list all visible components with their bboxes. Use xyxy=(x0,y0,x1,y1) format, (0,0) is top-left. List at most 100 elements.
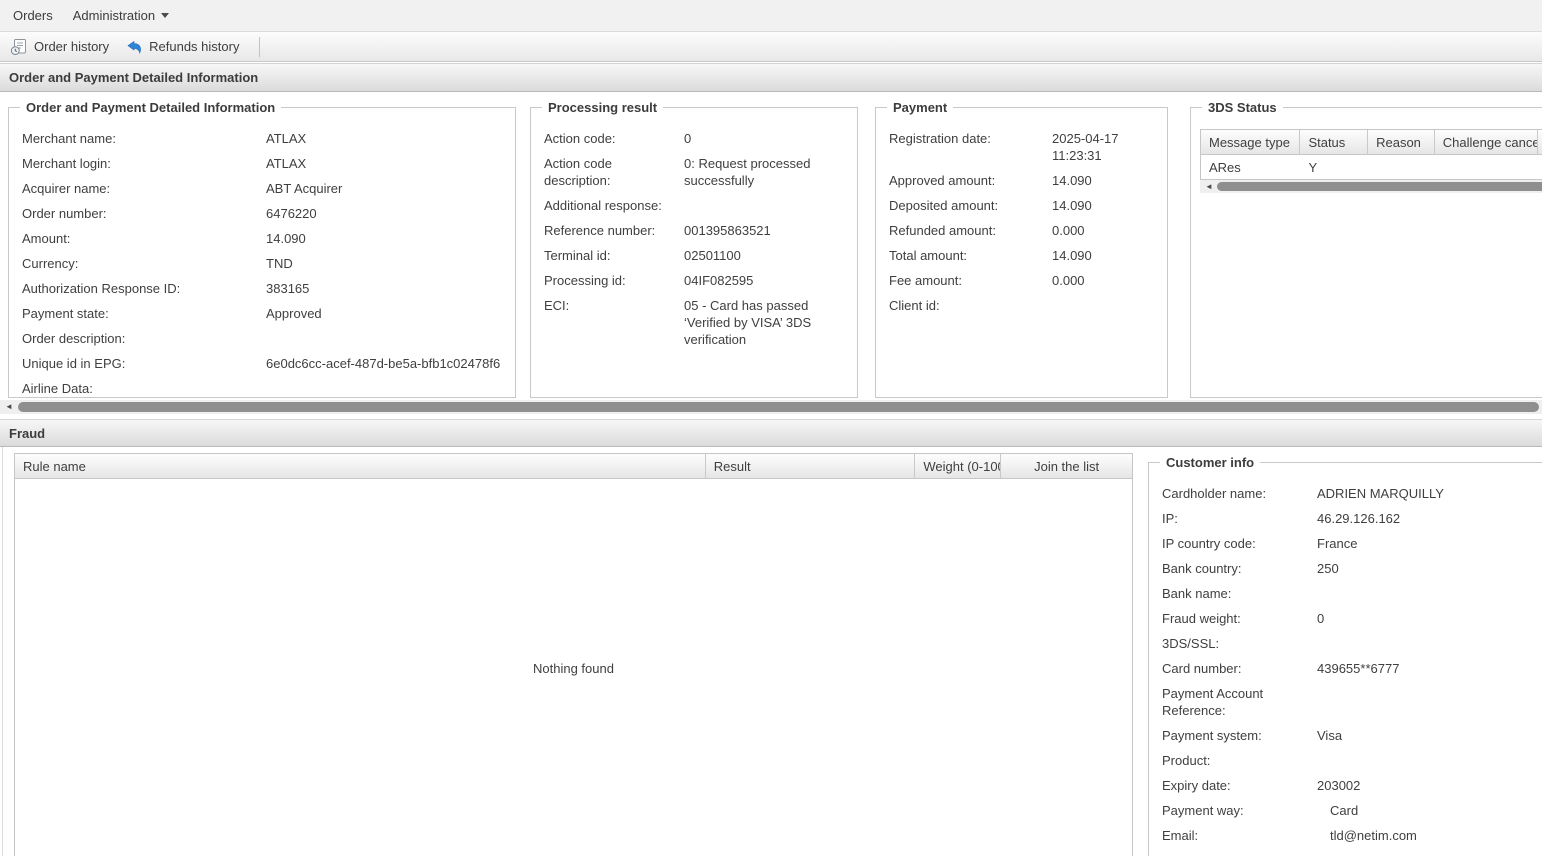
field-label: Reference number: xyxy=(544,222,684,239)
field-row: Order number:6476220 xyxy=(22,205,505,222)
column-header-rule-name: Rule name xyxy=(15,454,706,478)
fraud-panel-left-border xyxy=(2,447,3,856)
field-value: TND xyxy=(266,255,505,272)
field-row: Approved amount:14.090 xyxy=(889,172,1157,189)
app-window: Orders Administration Order history Refu… xyxy=(0,0,1542,856)
field-value: 14.090 xyxy=(1052,172,1157,189)
field-value: 0 xyxy=(684,130,847,147)
scroll-left-arrow-icon[interactable]: ◄ xyxy=(2,400,16,414)
page-title: Order and Payment Detailed Information xyxy=(9,70,258,85)
field-value: 14.090 xyxy=(266,230,505,247)
field-row: Card number:439655**6777 xyxy=(1162,660,1542,677)
refunds-history-button[interactable]: Refunds history xyxy=(123,35,247,59)
order-info-panel: Order and Payment Detailed Information M… xyxy=(8,107,516,398)
tds-status-table: Message type Status Reason Challenge can… xyxy=(1200,129,1542,180)
field-label: Payment Account Reference: xyxy=(1162,685,1317,719)
field-value: 0 xyxy=(1317,610,1542,627)
field-label: Client id: xyxy=(889,297,1052,314)
toolbar: Order history Refunds history xyxy=(0,31,1542,62)
field-label: Action code: xyxy=(544,130,684,147)
field-row: Registration date:2025-04-17 11:23:31 xyxy=(889,130,1157,164)
fraud-section-title: Fraud xyxy=(9,426,45,441)
field-value: 0.000 xyxy=(1052,272,1157,289)
field-label: Total amount: xyxy=(889,247,1052,264)
field-value: 383165 xyxy=(266,280,505,297)
tds-table-header: Message type Status Reason Challenge can… xyxy=(1201,130,1542,155)
field-label: Bank country: xyxy=(1162,560,1317,577)
field-value xyxy=(1052,297,1157,314)
scrollbar-thumb[interactable] xyxy=(1217,182,1542,191)
field-value: 6476220 xyxy=(266,205,505,222)
field-label: Cardholder name: xyxy=(1162,485,1317,502)
field-value: France xyxy=(1317,535,1542,552)
field-label: Expiry date: xyxy=(1162,777,1317,794)
cell-date: 17 xyxy=(1538,155,1542,179)
field-value: Visa xyxy=(1317,727,1542,744)
field-label: Terminal id: xyxy=(544,247,684,264)
field-row: Bank name: xyxy=(1162,585,1542,602)
order-history-icon xyxy=(10,38,28,56)
menu-administration[interactable]: Administration xyxy=(73,8,169,23)
field-value: 0.000 xyxy=(1052,222,1157,239)
table-row: ARes Y 17 xyxy=(1201,155,1542,179)
field-value xyxy=(266,380,505,397)
column-header: D xyxy=(1538,130,1542,154)
field-value xyxy=(684,197,847,214)
field-label: Card number: xyxy=(1162,660,1317,677)
field-row: Acquirer name:ABT Acquirer xyxy=(22,180,505,197)
top-panels-scrollbar[interactable]: ◄ xyxy=(0,400,1542,414)
cell-status: Y xyxy=(1300,155,1368,179)
customer-info-legend: Customer info xyxy=(1160,455,1260,470)
field-value xyxy=(1317,585,1542,602)
fraud-table-body: Nothing found xyxy=(15,479,1132,856)
field-value: 02501100 xyxy=(684,247,847,264)
field-row: Additional response: xyxy=(544,197,847,214)
toolbar-separator xyxy=(259,37,260,57)
field-value xyxy=(1317,685,1542,719)
cell-challenge-cancel xyxy=(1435,155,1538,179)
scroll-left-arrow-icon[interactable]: ◄ xyxy=(1202,180,1216,193)
field-label: Currency: xyxy=(22,255,266,272)
field-label: Order number: xyxy=(22,205,266,222)
field-row: Currency:TND xyxy=(22,255,505,272)
field-label: Unique id in EPG: xyxy=(22,355,266,372)
field-label: Bank name: xyxy=(1162,585,1317,602)
field-row: Payment state:Approved xyxy=(22,305,505,322)
field-row: IP:46.29.126.162 xyxy=(1162,510,1542,527)
column-header-join-the-list: Join the list xyxy=(1001,454,1132,478)
field-row: Deposited amount:14.090 xyxy=(889,197,1157,214)
scrollbar-thumb[interactable] xyxy=(18,402,1539,412)
processing-result-fields: Action code:0 Action code description:0:… xyxy=(531,108,857,364)
menubar: Orders Administration xyxy=(0,0,1542,31)
column-header-result: Result xyxy=(706,454,916,478)
empty-state-text: Nothing found xyxy=(15,661,1132,676)
field-label: Order description: xyxy=(22,330,266,347)
payment-fields: Registration date:2025-04-17 11:23:31 Ap… xyxy=(876,108,1167,330)
field-row: Amount:14.090 xyxy=(22,230,505,247)
field-value: ATLAX xyxy=(266,130,505,147)
field-label: Merchant login: xyxy=(22,155,266,172)
menu-orders[interactable]: Orders xyxy=(13,8,53,23)
page-header: Order and Payment Detailed Information xyxy=(0,63,1542,92)
field-value xyxy=(1317,635,1542,652)
field-row: Authorization Response ID:383165 xyxy=(22,280,505,297)
field-row: Processing id:04IF082595 xyxy=(544,272,847,289)
field-label: Registration date: xyxy=(889,130,1052,164)
field-label: IP: xyxy=(1162,510,1317,527)
field-label: Acquirer name: xyxy=(22,180,266,197)
field-row: Email:tld@netim.com xyxy=(1162,827,1542,844)
field-label: ECI: xyxy=(544,297,684,348)
field-row: Action code:0 xyxy=(544,130,847,147)
tds-table-scrollbar[interactable]: ◄ xyxy=(1200,180,1542,193)
menu-administration-label: Administration xyxy=(73,8,155,23)
refunds-history-label: Refunds history xyxy=(149,39,239,54)
field-row: Client id: xyxy=(889,297,1157,314)
order-history-button[interactable]: Order history xyxy=(8,35,117,59)
field-row: Fee amount:0.000 xyxy=(889,272,1157,289)
fraud-table: Rule name Result Weight (0-100) Join the… xyxy=(14,453,1133,856)
field-value xyxy=(266,330,505,347)
field-value: 46.29.126.162 xyxy=(1317,510,1542,527)
field-row: Merchant name:ATLAX xyxy=(22,130,505,147)
field-row: Cardholder name:ADRIEN MARQUILLY xyxy=(1162,485,1542,502)
field-label: Merchant name: xyxy=(22,130,266,147)
